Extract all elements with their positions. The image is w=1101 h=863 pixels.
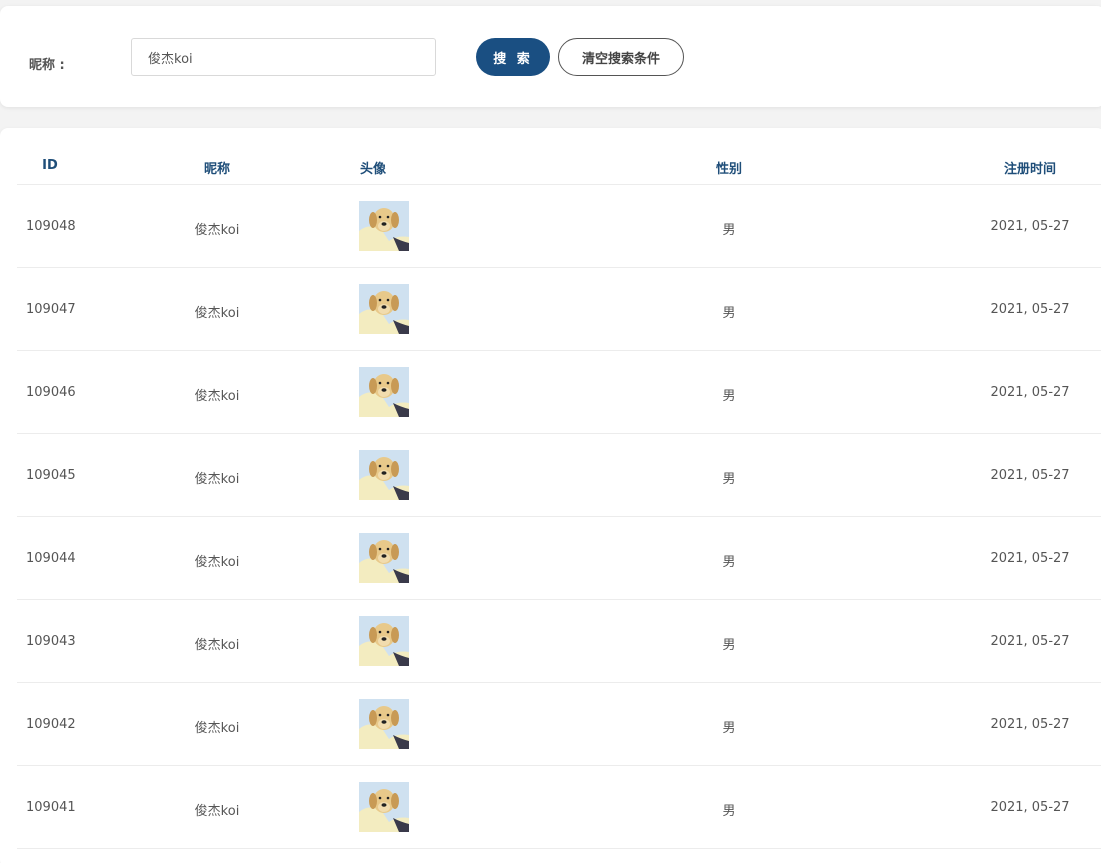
user-gender: 男 (722, 638, 736, 653)
user-gender: 男 (722, 223, 736, 238)
user-nickname: 俊杰koi (194, 223, 240, 238)
dog-avatar-icon (359, 782, 409, 832)
user-gender: 男 (722, 804, 736, 819)
user-table: ID 昵称 头像 性别 注册时间 109048 俊杰koi 男 2021, 05-27… (0, 128, 1101, 863)
dog-avatar-icon (359, 699, 409, 749)
user-id: 109047 (26, 302, 76, 317)
table-row: 109046 俊杰koi 男 2021, 05-27 (17, 351, 1101, 434)
user-nickname: 俊杰koi (194, 472, 240, 487)
user-nickname: 俊杰koi (194, 721, 240, 736)
user-registered-date: 2021, 05-27 (990, 717, 1070, 732)
dog-avatar-icon (359, 616, 409, 666)
search-panel: 昵称 : 搜 索 清空搜索条件 (0, 6, 1101, 107)
user-registered-date: 2021, 05-27 (990, 219, 1070, 234)
column-header-registered: 注册时间 (1003, 162, 1057, 177)
user-id: 109045 (26, 468, 76, 483)
dog-avatar-icon (359, 533, 409, 583)
table-row: 109044 俊杰koi 男 2021, 05-27 (17, 517, 1101, 600)
nickname-search-input[interactable] (131, 38, 436, 76)
user-gender: 男 (722, 555, 736, 570)
user-registered-date: 2021, 05-27 (990, 468, 1070, 483)
column-header-nickname: 昵称 (203, 162, 231, 177)
table-row: 109048 俊杰koi 男 2021, 05-27 (17, 185, 1101, 268)
user-nickname: 俊杰koi (194, 638, 240, 653)
column-header-id: ID (42, 158, 58, 173)
user-nickname: 俊杰koi (194, 389, 240, 404)
user-gender: 男 (722, 472, 736, 487)
clear-search-button[interactable]: 清空搜索条件 (558, 38, 684, 76)
table-row: 109043 俊杰koi 男 2021, 05-27 (17, 600, 1101, 683)
user-id: 109041 (26, 800, 76, 815)
table-header: ID 昵称 头像 性别 注册时间 (17, 128, 1101, 185)
user-nickname: 俊杰koi (194, 804, 240, 819)
user-id: 109048 (26, 219, 76, 234)
table-row: 109041 俊杰koi 男 2021, 05-27 (17, 766, 1101, 849)
user-gender: 男 (722, 389, 736, 404)
dog-avatar-icon (359, 367, 409, 417)
user-id: 109044 (26, 551, 76, 566)
user-id: 109043 (26, 634, 76, 649)
user-gender: 男 (722, 306, 736, 321)
user-nickname: 俊杰koi (194, 306, 240, 321)
user-registered-date: 2021, 05-27 (990, 302, 1070, 317)
user-registered-date: 2021, 05-27 (990, 385, 1070, 400)
nickname-label: 昵称 : (29, 58, 65, 73)
column-header-gender: 性别 (715, 162, 743, 177)
user-nickname: 俊杰koi (194, 555, 240, 570)
column-header-avatar: 头像 (359, 162, 387, 177)
dog-avatar-icon (359, 450, 409, 500)
user-id: 109046 (26, 385, 76, 400)
user-registered-date: 2021, 05-27 (990, 551, 1070, 566)
user-registered-date: 2021, 05-27 (990, 634, 1070, 649)
user-registered-date: 2021, 05-27 (990, 800, 1070, 815)
user-gender: 男 (722, 721, 736, 736)
search-button[interactable]: 搜 索 (476, 38, 550, 76)
table-row: 109045 俊杰koi 男 2021, 05-27 (17, 434, 1101, 517)
table-row: 109042 俊杰koi 男 2021, 05-27 (17, 683, 1101, 766)
table-row: 109047 俊杰koi 男 2021, 05-27 (17, 268, 1101, 351)
dog-avatar-icon (359, 201, 409, 251)
user-id: 109042 (26, 717, 76, 732)
dog-avatar-icon (359, 284, 409, 334)
